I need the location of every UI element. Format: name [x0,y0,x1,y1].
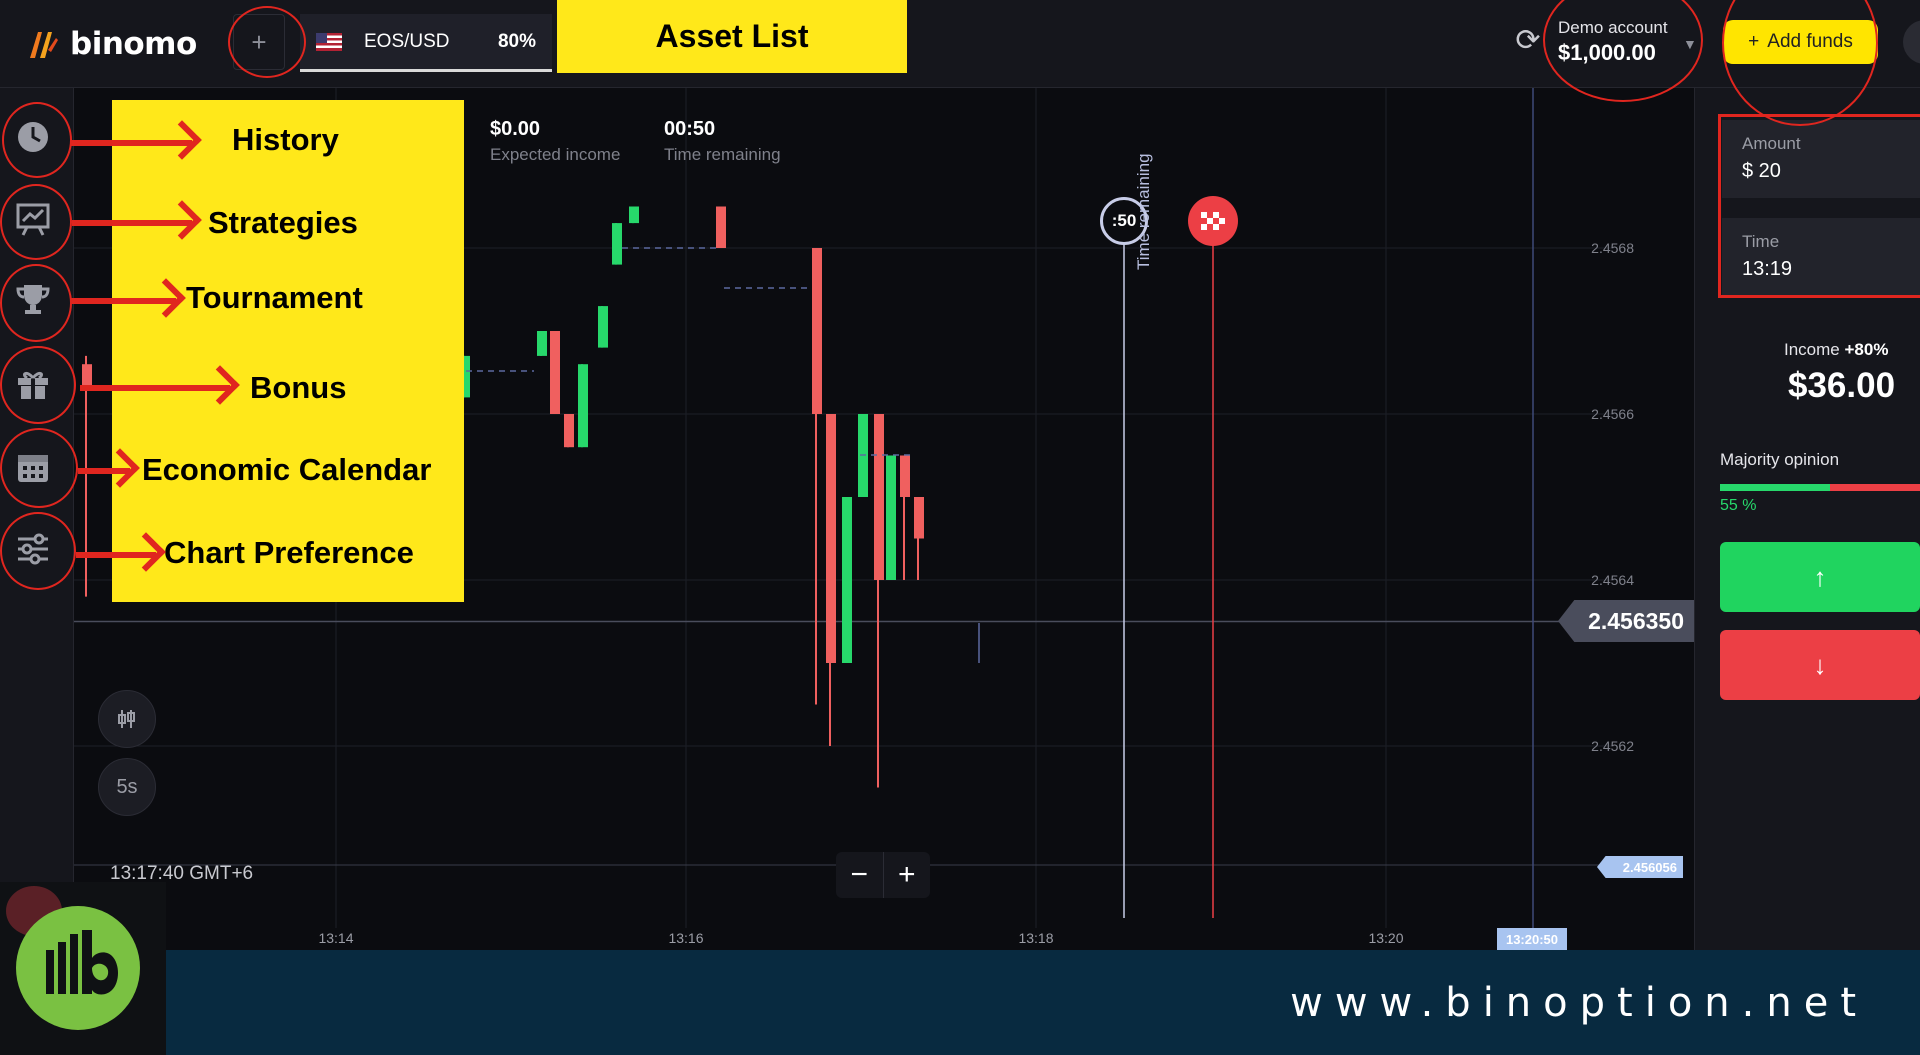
candle-body [812,248,822,414]
income-text: Income [1784,340,1840,359]
arrow-bonus [80,385,230,391]
candle-body [612,223,622,265]
arrow-down-icon: ↓ [1813,649,1827,680]
candle-body [842,497,852,663]
zoom-out-button[interactable]: − [836,852,884,898]
majority-pct: 55 % [1720,497,1757,514]
candle-body [564,414,574,448]
y-tick-label: 2.4564 [1591,572,1634,588]
y-tick-label: 2.4562 [1591,738,1634,754]
time-remaining-vertical-label: Time remaining [1134,153,1153,270]
candle-body [537,331,547,356]
current-price-tag: 2.456350 [1558,600,1694,642]
flame-logo-icon [30,32,58,58]
arrow-chart-preference [76,552,156,558]
binoption-logo [16,906,140,1030]
majority-bar [1720,484,1920,491]
last-price-tag: 2.456056 [1597,856,1683,878]
time-remaining-value: 00:50 [664,118,716,140]
x-tick-label: 13:20 [1368,930,1403,946]
amount-time-highlight [1718,114,1920,298]
account-label: Demo account [1558,18,1668,37]
arrow-economic-calendar [78,468,130,474]
strategies-icon[interactable] [14,200,52,238]
candle-body [716,206,726,248]
y-tick-label: 2.4566 [1591,406,1634,422]
expected-income-value: $0.00 [490,118,541,140]
add-funds-label: Add funds [1767,31,1853,52]
chart-settings-icon[interactable] [14,530,52,568]
profile-button[interactable] [1903,20,1920,64]
candle-body [886,455,896,580]
add-asset-tab-button[interactable]: + [233,14,285,70]
candle-body [550,331,560,414]
candlestick-type-icon[interactable] [98,690,156,748]
annotation-history: History [232,122,339,157]
candle-body [598,306,608,348]
binomo-logo[interactable]: binomo [26,22,197,66]
x-tick-label: 13:14 [318,930,353,946]
asset-tab[interactable]: EOS/USD 80% [300,14,552,72]
footer-banner: www.binoption.net [0,950,1920,1055]
candle-body [826,414,836,663]
us-flag-icon [316,32,342,51]
footer-url: www.binoption.net [1290,980,1868,1026]
expected-income-label: Expected income [490,145,621,164]
history-icon[interactable] [14,118,52,156]
income-pct: +80% [1844,340,1889,359]
y-tick-label: 2.4568 [1591,240,1634,256]
candle-body [578,364,588,448]
asset-payout: 80% [497,30,536,52]
time-remaining-label: Time remaining [664,145,781,164]
add-funds-button[interactable]: + Add funds [1723,20,1878,64]
trophy-icon[interactable] [14,280,52,318]
top-bar: binomo + EOS/USD 80% Asset List ⟳ Demo a… [0,0,1920,88]
time-cursor-tag: 13:20:50 [1497,928,1567,950]
annotation-chart-preference: Chart Preference [164,535,414,570]
time-remaining: 00:50 Time remaining [664,118,781,165]
income-label: Income +80% [1784,340,1888,360]
x-tick-label: 13:18 [1018,930,1053,946]
income-value: $36.00 [1788,366,1896,405]
down-button[interactable]: ↓ [1720,630,1920,700]
up-button[interactable]: ↑ [1720,542,1920,612]
finish-flag-icon [1188,196,1238,246]
account-switcher[interactable]: Demo account $1,000.00 [1558,18,1668,66]
interval-button[interactable]: 5s [98,758,156,816]
plus-icon: + [1748,31,1760,52]
chevron-down-icon[interactable]: ▼ [1683,36,1697,52]
asset-symbol: EOS/USD [364,30,450,52]
majority-label: Majority opinion [1720,450,1840,469]
zoom-in-button[interactable]: + [884,852,931,898]
arrow-history [70,140,192,146]
annotation-strategies: Strategies [208,205,358,240]
account-balance: $1,000.00 [1558,40,1656,65]
candle-body [900,455,910,497]
arrow-up-icon: ↑ [1813,561,1827,592]
candle-body [914,497,924,539]
candle-body [629,206,639,224]
majority-bar-fill [1720,484,1830,491]
arrow-strategies [72,220,192,226]
annotation-bonus: Bonus [250,370,347,405]
arrow-tournament [70,298,176,304]
x-tick-label: 13:16 [668,930,703,946]
refresh-icon[interactable]: ⟳ [1510,22,1546,58]
annotation-tournament: Tournament [186,280,363,315]
expected-income: $0.00 Expected income [490,118,620,165]
calendar-icon[interactable] [14,448,52,486]
annotation-economic-calendar: Economic Calendar [142,452,432,487]
gift-icon[interactable] [14,365,52,403]
logo-text: binomo [70,26,197,62]
asset-list-annotation: Asset List [557,0,907,73]
annotation-panel [112,100,464,602]
candle-body [874,414,884,580]
zoom-controls: − + [836,852,930,898]
